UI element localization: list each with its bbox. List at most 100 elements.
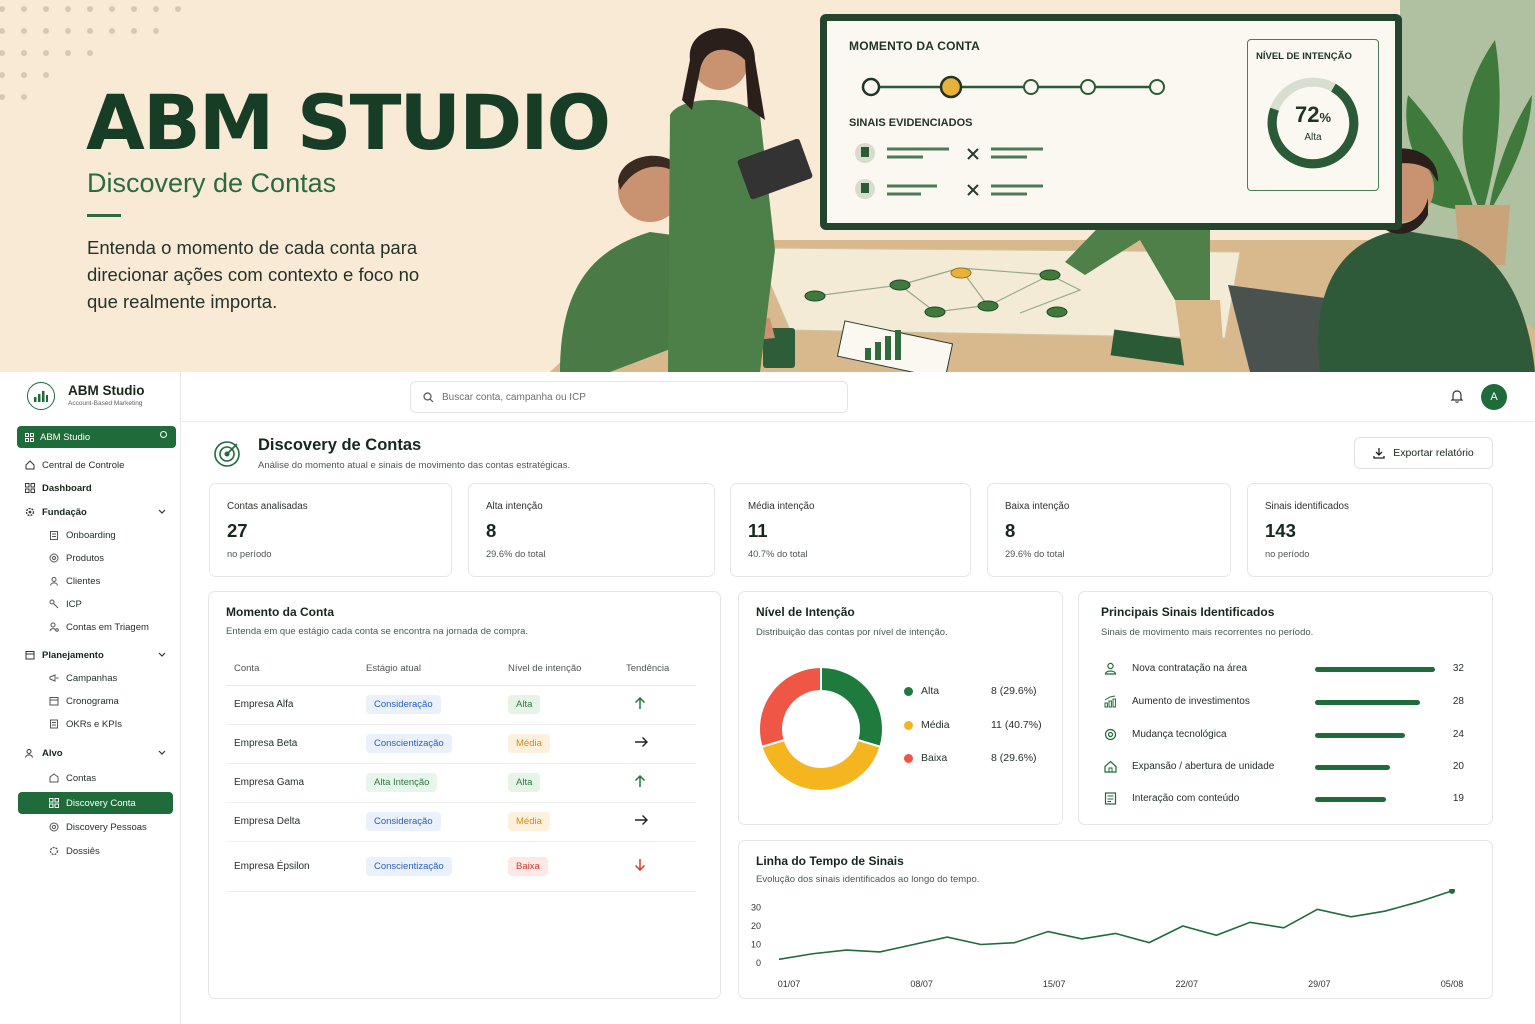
column-header: Nível de intenção: [500, 652, 618, 686]
kpi-value: 27: [227, 520, 248, 541]
sidebar-item-produtos[interactable]: Produtos: [48, 549, 104, 567]
signal-bar: [1315, 797, 1387, 802]
signal-label: Expansão / abertura de unidade: [1132, 761, 1275, 772]
sidebar-item-dossies[interactable]: Dossiês: [48, 842, 100, 860]
table-header-row: Conta Estágio atual Nível de intenção Te…: [226, 652, 696, 686]
legend-baixa: Baixa 8 (29.6%): [904, 751, 1037, 765]
signal-count: 24: [1452, 729, 1464, 740]
momento-title: Momento da Conta: [226, 605, 334, 619]
calendar-icon: [48, 696, 59, 707]
board-intent-card: NÍVEL DE INTENÇÃO 72% Alta: [1247, 39, 1379, 191]
gear-icon: [48, 846, 59, 857]
arrow-right-icon: [635, 737, 648, 747]
momento-subtitle: Entenda em que estágio cada conta se enc…: [226, 626, 529, 637]
chevron-down-icon: [158, 650, 166, 661]
export-report-button[interactable]: Exportar relatório: [1354, 437, 1493, 469]
legend-value: 11 (40.7%): [991, 719, 1042, 731]
search-input[interactable]: [442, 391, 822, 403]
user-avatar[interactable]: A: [1481, 384, 1507, 410]
sidebar-item-label: Onboarding: [66, 529, 116, 541]
arrow-right-icon: [635, 815, 648, 825]
kpi-footnote: 29.6% do total: [1005, 549, 1065, 559]
sinais-title: Principais Sinais Identificados: [1101, 605, 1275, 619]
kpi-value: 8: [1005, 520, 1016, 541]
sinais-subtitle: Sinais de movimento mais recorrentes no …: [1101, 627, 1314, 638]
legend-alta: Alta 8 (29.6%): [904, 684, 1037, 698]
topbar: A: [181, 372, 1535, 422]
sidebar-item-label: OKRs e KPIs: [66, 718, 122, 730]
series-line: [778, 890, 1453, 961]
momento-table: Conta Estágio atual Nível de intenção Te…: [226, 652, 696, 892]
sidebar-item-label: Produtos: [66, 552, 105, 564]
bell-icon[interactable]: [1449, 388, 1465, 404]
signal-label: Mudança tecnológica: [1132, 729, 1227, 740]
stage-badge: Conscientização: [366, 734, 452, 753]
signal-count: 28: [1452, 696, 1464, 707]
sidebar-item-central[interactable]: Central de Controle: [24, 456, 124, 474]
intent-badge: Média: [508, 734, 550, 753]
sidebar-item-clientes[interactable]: Clientes: [48, 572, 100, 590]
donut-slice-alta: [820, 665, 884, 749]
table-row[interactable]: Empresa Delta Consideração Média: [226, 802, 696, 842]
journey-stepper: [861, 75, 1165, 99]
journey-board: MOMENTO DA CONTA SINAIS EVIDENCIADOS NÍV…: [820, 14, 1402, 230]
brand-name: ABM Studio: [68, 383, 145, 398]
home-icon: [24, 460, 35, 471]
kpi-footnote: 40.7% do total: [748, 549, 808, 559]
kpi-value: 143: [1265, 520, 1296, 541]
search-icon: [423, 391, 434, 402]
users-icon: [24, 748, 35, 759]
board-intent-percent: 72%: [1294, 102, 1332, 127]
megaphone-icon: [48, 673, 59, 684]
hero-description: Entenda o momento de cada conta para dir…: [87, 237, 420, 312]
table-row[interactable]: Empresa Épsilon Conscientização Baixa: [226, 841, 696, 892]
kpi-sinais-identificados: Sinais identificados 143 no período: [1247, 483, 1493, 577]
x-tick-label: 22/07: [1176, 979, 1199, 989]
table-row[interactable]: Empresa Gama Alta Intenção Alta: [226, 763, 696, 803]
table-row[interactable]: Empresa Beta Conscientização Média: [226, 724, 696, 764]
target-icon: [214, 441, 240, 467]
kpi-label: Baixa intenção: [1005, 501, 1070, 512]
sidebar-group-fundacao[interactable]: Fundação: [24, 503, 166, 521]
intencao-subtitle: Distribuição das contas por nível de int…: [756, 627, 948, 638]
legend-dot: [904, 686, 913, 696]
sidebar-item-onboarding[interactable]: Onboarding: [48, 526, 116, 544]
legend-value: 8 (29.6%): [991, 685, 1037, 697]
sidebar: ABM Studio Account-Based Marketing ABM S…: [0, 372, 181, 1024]
intent-badge: Alta: [508, 695, 541, 714]
series-end-point: [1449, 889, 1455, 894]
legend-label: Média: [921, 719, 950, 731]
table-row[interactable]: Empresa Alfa Consideração Alta: [226, 685, 696, 725]
kpi-footnote: 29.6% do total: [486, 549, 546, 559]
target-icon: [48, 822, 59, 833]
grid-icon: [25, 432, 34, 442]
sidebar-item-dashboard[interactable]: Dashboard: [24, 479, 92, 497]
sidebar-item-row: Discovery Conta: [48, 794, 136, 812]
sidebar-item-okrs[interactable]: OKRs e KPIs: [48, 715, 122, 733]
search-box[interactable]: [410, 381, 848, 413]
sidebar-item-cronograma[interactable]: Cronograma: [48, 692, 119, 710]
sidebar-item-contas[interactable]: Contas: [48, 769, 96, 787]
intent-donut-chart: [758, 665, 884, 792]
sidebar-item-icp[interactable]: ICP: [48, 595, 82, 613]
account-name: Empresa Beta: [226, 724, 358, 764]
sidebar-item-discovery-pessoas[interactable]: Discovery Pessoas: [48, 818, 147, 836]
intent-badge: Alta: [508, 773, 541, 792]
chart-up-icon: [1104, 695, 1116, 708]
workspace-switcher[interactable]: ABM Studio: [17, 426, 176, 448]
kpi-footnote: no período: [1265, 549, 1310, 559]
sidebar-group-planejamento[interactable]: Planejamento: [24, 646, 166, 664]
legend-media: Média 11 (40.7%): [904, 718, 1042, 732]
sidebar-item-label: Dashboard: [42, 482, 92, 494]
sidebar-item-campanhas[interactable]: Campanhas: [48, 669, 117, 687]
key-icon: [48, 599, 59, 610]
stage-badge: Consideração: [366, 695, 441, 714]
signal-row: Nova contratação na área 32: [1104, 661, 1464, 677]
sidebar-item-discovery-conta[interactable]: Discovery Conta: [18, 792, 173, 814]
signal-bar: [1315, 733, 1405, 738]
stage-badge: Conscientização: [366, 856, 452, 876]
sidebar-item-triagem[interactable]: Contas em Triagem: [48, 618, 149, 636]
sidebar-group-alvo[interactable]: Alvo: [24, 744, 166, 762]
donut-slice-baixa: [758, 665, 822, 749]
signal-bar: [1315, 765, 1390, 770]
